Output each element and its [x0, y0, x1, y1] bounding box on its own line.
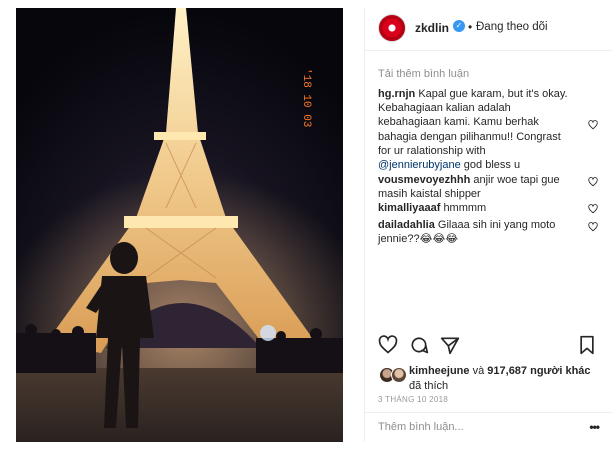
post-header: zkdlin ✓ • Đang theo dõi [365, 8, 612, 51]
comment-input[interactable] [378, 421, 578, 433]
verified-icon: ✓ [453, 20, 465, 32]
post-date[interactable]: 3 THÁNG 10 2018 [378, 395, 448, 404]
comment-text: hmmmm [443, 202, 487, 214]
likes-count: 917,687 [487, 365, 528, 377]
avatar[interactable] [378, 14, 406, 42]
liker-avatar [391, 367, 407, 383]
likes-summary[interactable]: kimheejune và 917,687 người khác đã thíc… [409, 364, 609, 393]
heart-icon[interactable] [588, 222, 598, 232]
post-username[interactable]: zkdlin [415, 21, 449, 35]
comment-username[interactable]: kimalliyaaaf [378, 202, 440, 214]
add-comment-box: ••• [365, 412, 612, 442]
likers-avatars[interactable] [379, 367, 413, 383]
heart-icon[interactable] [588, 120, 598, 130]
comment-item: kimalliyaaaf hmmmm [378, 201, 583, 215]
action-bar [365, 335, 612, 365]
date-stamp: '18 10 03 [300, 68, 312, 127]
heart-outline-icon[interactable] [378, 335, 398, 355]
post-panel: zkdlin ✓ • Đang theo dõi Tải thêm bình l… [364, 8, 612, 442]
heart-icon[interactable] [588, 177, 598, 187]
comment-item: hg.rnjn Kapal gue karam, but it's okay. K… [378, 87, 583, 172]
first-liker: kimheejune [409, 365, 470, 377]
comment-text: Kapal gue karam, but it's okay. Kebahagia… [378, 88, 568, 172]
more-options-icon[interactable]: ••• [589, 420, 600, 434]
comment-username[interactable]: hg.rnjn [378, 88, 415, 100]
comment-icon[interactable] [409, 335, 429, 355]
follow-button[interactable]: Đang theo dõi [476, 21, 548, 33]
comment-username[interactable]: dailadahlia [378, 219, 435, 231]
mention-link[interactable]: @jennierubyjane [378, 159, 461, 171]
separator-dot: • [468, 20, 473, 34]
heart-icon[interactable] [588, 204, 598, 214]
comment-item: vousmevoyezhhh anjir woe tapi gue masih k… [378, 173, 583, 201]
eiffel-photo: '18 10 03 [16, 8, 343, 442]
bookmark-icon[interactable] [577, 335, 597, 355]
comment-item: dailadahlia Gilaaa sih ini yang moto jenn… [378, 218, 583, 246]
share-icon[interactable] [440, 335, 460, 355]
comment-username[interactable]: vousmevoyezhhh [378, 174, 470, 186]
post-photo[interactable]: '18 10 03 [16, 8, 343, 442]
load-more-comments[interactable]: Tải thêm bình luận [378, 68, 469, 80]
